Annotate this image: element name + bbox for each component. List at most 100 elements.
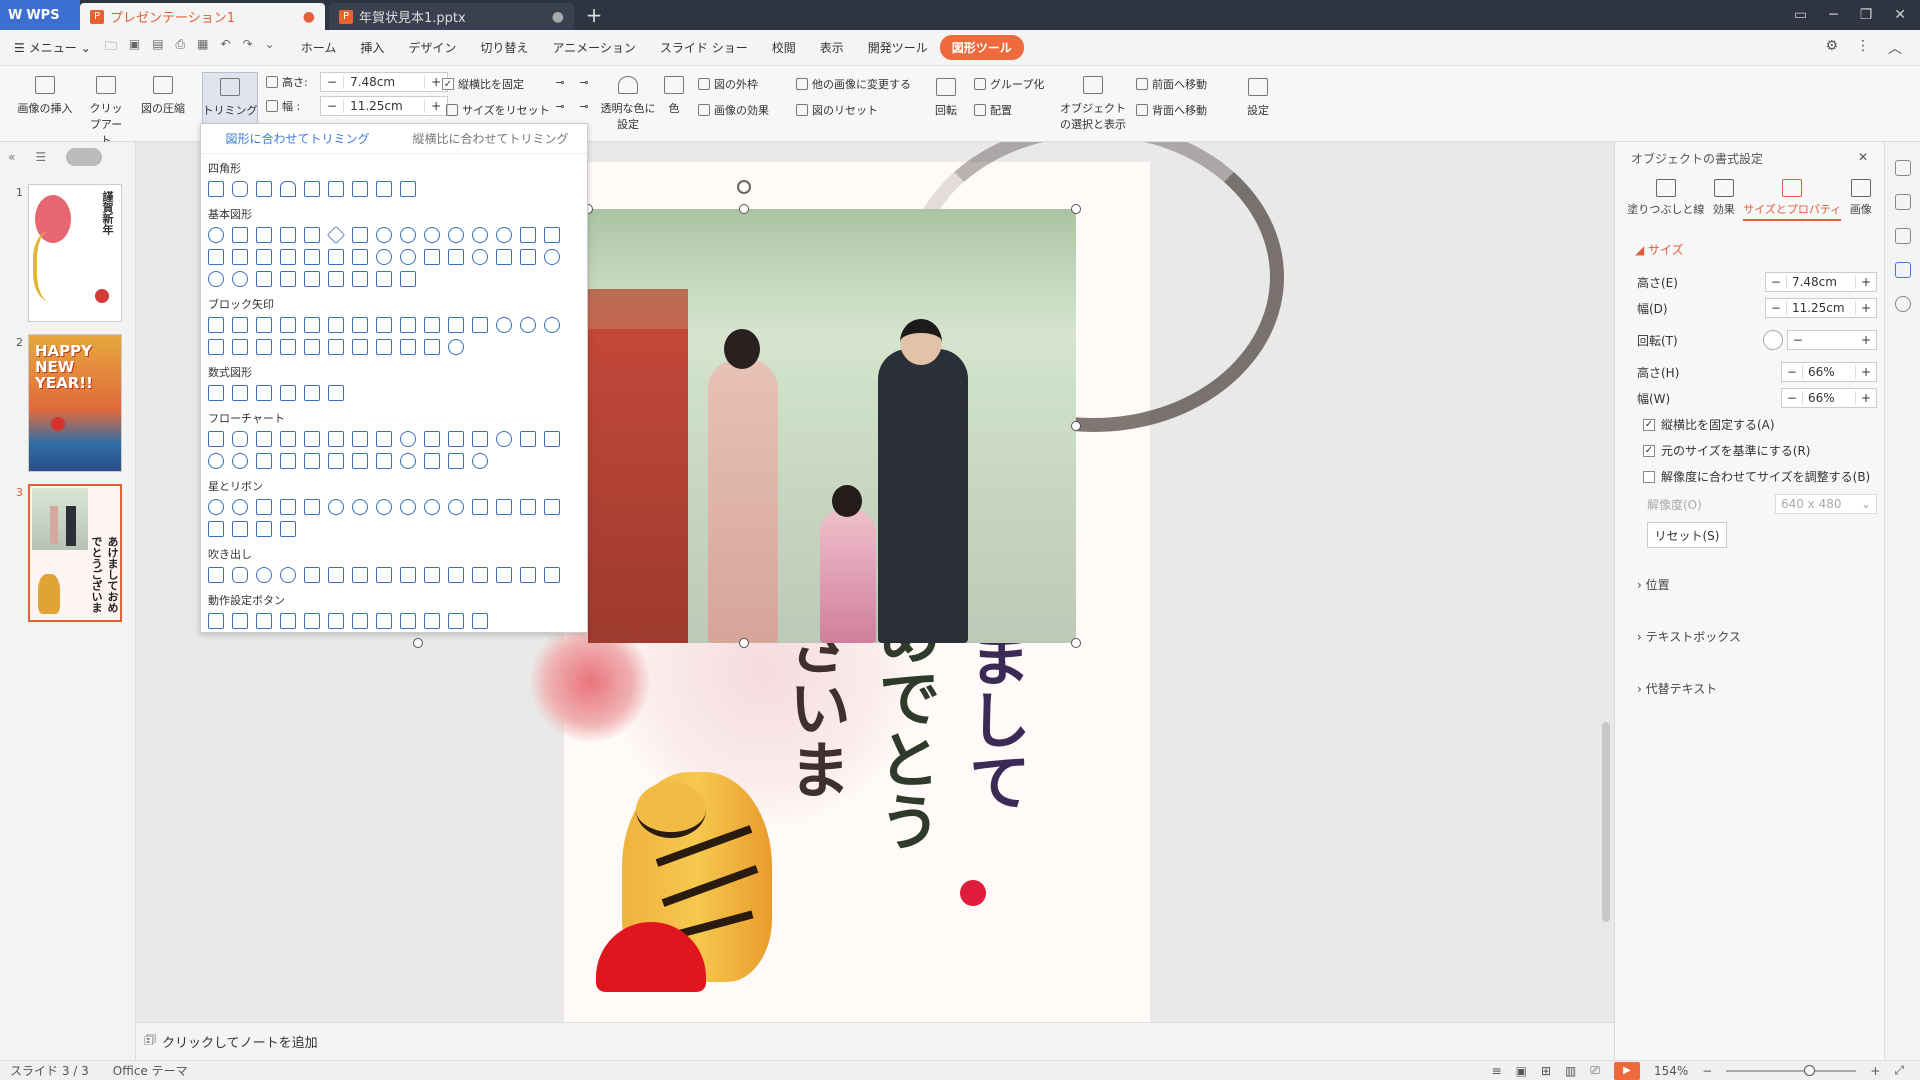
star-7[interactable] [328, 499, 344, 515]
relative-original-checkbox[interactable]: 元のサイズを基準にする(R) [1643, 442, 1810, 459]
flow-seq-access[interactable] [400, 453, 416, 469]
shape-u-turn-arrow[interactable] [424, 317, 440, 333]
reading-view-icon[interactable]: ▥ [1565, 1064, 1576, 1078]
callout-cloud[interactable] [280, 567, 296, 583]
collapse-panel-icon[interactable]: « [8, 150, 15, 164]
flow-merge[interactable] [328, 453, 344, 469]
height-e-stepper[interactable]: −7.48cm + [1764, 272, 1877, 292]
callout-line-2[interactable] [328, 567, 344, 583]
compress-button[interactable]: 図の圧縮 [136, 76, 190, 116]
restore-icon[interactable]: ❐ [1860, 7, 1873, 23]
shape-pie[interactable] [472, 227, 488, 243]
save-as-icon[interactable]: ▤ [152, 37, 163, 58]
shape-left-right-up-arrow[interactable] [376, 317, 392, 333]
tab-view[interactable]: 表示 [808, 35, 856, 60]
scroll-horizontal[interactable] [232, 521, 248, 537]
shape-heart[interactable] [496, 249, 512, 265]
minimize-icon[interactable]: ─ [1829, 7, 1837, 23]
zoom-out-icon[interactable]: − [1702, 1064, 1712, 1078]
flow-display[interactable] [472, 453, 488, 469]
best-resolution-checkbox[interactable]: 解像度に合わせてサイズを調整する(B) [1643, 468, 1870, 485]
shape-sun[interactable] [544, 249, 560, 265]
flow-multidoc[interactable] [376, 431, 392, 447]
action-info[interactable] [328, 613, 344, 629]
shape-right-triangle[interactable] [256, 227, 272, 243]
double-wave[interactable] [280, 521, 296, 537]
callout-line-7[interactable] [448, 567, 464, 583]
shape-striped-arrow[interactable] [208, 339, 224, 355]
star-explosion-1[interactable] [208, 499, 224, 515]
transparent-color-button[interactable]: 透明な色に設定 [600, 76, 656, 132]
print-preview-icon[interactable]: ▦ [197, 37, 208, 58]
align-icon-c[interactable]: ⊸ [550, 100, 570, 113]
slide-thumb-3[interactable]: あけましておめでとうございます [28, 484, 122, 622]
align-icon-b[interactable]: ⊸ [574, 76, 594, 89]
flow-alt-process[interactable] [232, 431, 248, 447]
gear-icon[interactable]: ⚙ [1825, 38, 1838, 58]
checkbox-checked[interactable] [442, 78, 454, 90]
shape-divide[interactable] [280, 385, 296, 401]
callout-line-1[interactable] [304, 567, 320, 583]
action-document[interactable] [400, 613, 416, 629]
callout-line-6[interactable] [424, 567, 440, 583]
star-10[interactable] [376, 499, 392, 515]
flow-stored-data[interactable] [352, 453, 368, 469]
flow-extract[interactable] [304, 453, 320, 469]
tab-shape-tools[interactable]: 図形ツール [939, 35, 1024, 60]
more-icon[interactable]: ⋮ [1856, 38, 1870, 58]
shape-hexagon[interactable] [376, 227, 392, 243]
tab-nengajo-pptx[interactable]: P 年賀状見本1.pptx ● [329, 3, 574, 30]
shape-quad-arrow[interactable] [352, 317, 368, 333]
section-position[interactable]: › 位置 [1637, 576, 1670, 593]
family-photo[interactable] [588, 209, 1076, 643]
resize-handle-bl[interactable] [413, 638, 423, 648]
new-tab-button[interactable]: + [574, 0, 614, 30]
star-4[interactable] [256, 499, 272, 515]
reset-size-button[interactable]: サイズをリセット [446, 102, 550, 118]
shape-multiply[interactable] [256, 385, 272, 401]
zoom-level[interactable]: 154% [1654, 1064, 1688, 1078]
flow-preparation[interactable] [424, 431, 440, 447]
shape-can[interactable] [304, 249, 320, 265]
main-menu-button[interactable]: ☰ メニュー ⌄ [0, 39, 105, 56]
collapse-ribbon-icon[interactable]: ︿ [1888, 38, 1902, 58]
section-size-header[interactable]: ◢ サイズ [1615, 241, 1884, 258]
shape-round-top[interactable] [280, 181, 296, 197]
shape-pentagon-arrow[interactable] [256, 339, 272, 355]
shape-pentagon[interactable] [352, 227, 368, 243]
flow-direct-access[interactable] [448, 453, 464, 469]
action-back[interactable] [208, 613, 224, 629]
shape-curved-left-arrow[interactable] [520, 317, 536, 333]
tab-size-properties[interactable]: サイズとプロパティ [1743, 179, 1842, 221]
print-icon[interactable]: ⎙ [176, 37, 186, 58]
shape-cross[interactable] [256, 249, 272, 265]
shape-left-up-arrow[interactable] [448, 317, 464, 333]
scale-width-stepper[interactable]: −66% + [1780, 388, 1877, 408]
close-icon[interactable]: ✕ [1894, 7, 1906, 23]
insert-image-button[interactable]: 画像の挿入 [10, 76, 80, 116]
callout-rect[interactable] [208, 567, 224, 583]
shape-rect-4[interactable] [400, 181, 416, 197]
flow-data[interactable] [280, 431, 296, 447]
flow-or[interactable] [232, 453, 248, 469]
shape-snip-rect[interactable] [256, 181, 272, 197]
flow-connector[interactable] [496, 431, 512, 447]
flow-internal-storage[interactable] [328, 431, 344, 447]
shape-double-brace[interactable] [304, 271, 320, 287]
slide-sorter-icon[interactable]: ⊞ [1541, 1064, 1551, 1078]
shape-bent-up-arrow[interactable] [472, 317, 488, 333]
thumbnail-view-toggle[interactable] [66, 148, 103, 166]
callout-line-3[interactable] [352, 567, 368, 583]
resize-handle-t[interactable] [739, 204, 749, 214]
lock-aspect-checkbox[interactable]: 縦横比を固定 [442, 76, 524, 92]
fit-window-icon[interactable]: ⤢ [1894, 1063, 1904, 1078]
tab-home[interactable]: ホーム [289, 35, 349, 60]
wave[interactable] [256, 521, 272, 537]
history-icon[interactable] [1894, 296, 1911, 312]
slide-thumb-1[interactable]: 謹賀新年 [28, 184, 122, 322]
zoom-in-icon[interactable]: + [1870, 1064, 1880, 1078]
callout-line-9[interactable] [496, 567, 512, 583]
theme-name[interactable]: Office テーマ [113, 1062, 188, 1079]
height-stepper[interactable]: − 7.48cm + [320, 72, 449, 92]
flow-magnetic-disk[interactable] [424, 453, 440, 469]
